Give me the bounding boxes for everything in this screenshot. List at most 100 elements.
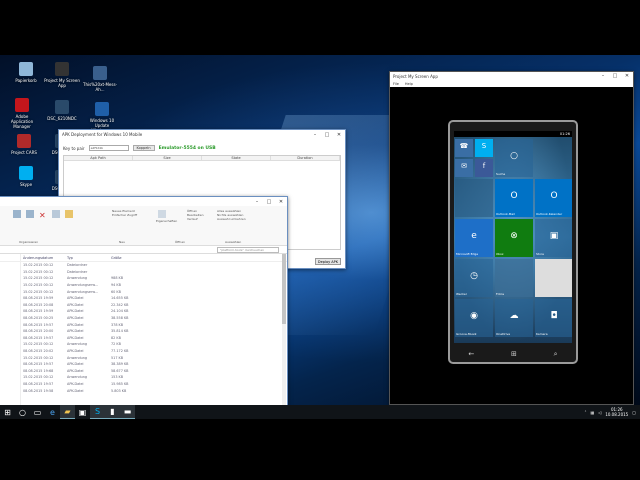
apk-deployment-taskbar-icon[interactable]: ▬ <box>120 405 135 419</box>
task-view-icon[interactable]: ▭ <box>30 405 45 419</box>
file-row[interactable]: 15.02.2015 00:12 Dateiordner <box>0 269 287 276</box>
file-row[interactable]: 15.02.2015 00:12 Anwendung 517 KB <box>0 354 287 361</box>
notifications-icon[interactable]: ▢ <box>632 410 636 415</box>
column-header[interactable]: Apk Path <box>64 156 133 160</box>
start-tile[interactable]: e Microsoft Edge <box>455 219 493 257</box>
start-tile[interactable]: ☁ OneDrive <box>495 299 533 337</box>
new-folder-icon[interactable] <box>64 210 73 218</box>
file-row[interactable]: 15.02.2015 00:12 Anwendungserw... 94 KB <box>0 282 287 289</box>
history-button[interactable]: Verlauf <box>187 217 203 221</box>
desktop-icon[interactable]: Skype <box>8 166 44 187</box>
file-row[interactable]: 08.08.2015 20:00 APK-Datei 35.814 KB <box>0 328 287 335</box>
properties-button[interactable]: Eigenschaften <box>156 210 177 223</box>
start-tile[interactable]: ☎ <box>455 139 473 157</box>
pair-button[interactable]: Koppeln <box>132 145 155 151</box>
file-row[interactable]: 15.02.2015 00:12 Dateiordner <box>0 262 287 269</box>
column-header[interactable]: Duration <box>271 156 340 160</box>
skype-taskbar-icon[interactable]: S <box>90 405 105 419</box>
minimize-icon[interactable]: – <box>309 132 321 138</box>
file-row[interactable]: 08.08.2015 00:25 APK-Datei 38.558 KB <box>0 315 287 322</box>
deploy-button[interactable]: Deploy APK <box>315 258 341 265</box>
project-my-screen-taskbar-icon[interactable]: ▮ <box>105 405 120 419</box>
column-header[interactable]: Typ <box>67 256 111 260</box>
copy-icon[interactable] <box>25 210 34 218</box>
search-icon[interactable]: ⌕ <box>554 350 558 359</box>
explorer-titlebar[interactable]: – □ ✕ <box>0 197 287 206</box>
start-tile[interactable]: ◉ Groove-Musik <box>455 299 493 337</box>
menu-file[interactable]: File <box>393 82 399 86</box>
column-header[interactable]: Size <box>133 156 202 160</box>
start-tile[interactable] <box>535 259 572 297</box>
rename-icon[interactable] <box>51 210 60 218</box>
desktop-icon[interactable]: DSC_6210NDC <box>44 100 80 121</box>
start-tile[interactable]: f <box>475 159 493 177</box>
file-row[interactable]: 08.08.2015 20:08 APK-Datei 22.342 KB <box>0 302 287 309</box>
desktop-icon[interactable]: This%20xt-Mess-Ah... <box>82 66 118 92</box>
file-row[interactable]: 15.02.2015 00:12 Anwendung 72 KB <box>0 341 287 348</box>
start-tile[interactable]: S <box>475 139 493 157</box>
file-row[interactable]: 08.08.2015 19:57 APK-Datei 378 KB <box>0 321 287 328</box>
delete-icon[interactable]: ✕ <box>39 212 47 220</box>
desktop-icon[interactable]: Papierkorb <box>8 62 44 83</box>
start-tile[interactable]: ◷ Wecker <box>455 259 493 297</box>
edge-icon[interactable]: e <box>45 405 60 419</box>
maximize-icon[interactable]: □ <box>609 73 621 79</box>
network-icon[interactable]: ▦ <box>590 410 594 415</box>
file-explorer-window[interactable]: – □ ✕ ✕ Neues Element Einfacher Zugriff … <box>0 196 288 418</box>
key-input[interactable]: a2f5d4b <box>88 145 129 151</box>
project-my-screen-window[interactable]: Project My Screen App – □ ✕ File Help 01… <box>389 71 634 405</box>
file-row[interactable]: 08.08.2015 19:58 APK-Datei 5.803 KB <box>0 387 287 394</box>
start-tile[interactable]: Fotos <box>495 259 533 297</box>
volume-icon[interactable]: ◁ <box>598 410 601 415</box>
clock[interactable]: 01:26 10.08.2015 <box>605 407 628 417</box>
easy-access-button[interactable]: Einfacher Zugriff <box>112 213 137 217</box>
move-icon[interactable] <box>13 210 21 218</box>
file-row[interactable]: 08.08.2015 19:57 APK-Datei 82 KB <box>0 335 287 342</box>
start-button[interactable]: ⊞ <box>0 405 15 419</box>
file-row[interactable]: 15.02.2015 00:12 Anwendung 988 KB <box>0 275 287 282</box>
maximize-icon[interactable]: □ <box>321 132 333 138</box>
start-tile[interactable]: ✉ <box>455 159 473 177</box>
windows-logo-icon[interactable]: ⊞ <box>511 350 517 358</box>
desktop-icon[interactable]: Adobe Application Manager <box>4 98 40 129</box>
start-tile[interactable]: ○ Suche <box>495 139 533 177</box>
desktop-icon[interactable]: Project CARS <box>6 134 42 155</box>
vertical-scrollbar[interactable] <box>282 254 286 414</box>
search-icon[interactable]: ○ <box>15 405 30 419</box>
maximize-icon[interactable]: □ <box>263 199 275 205</box>
navigation-pane[interactable] <box>0 254 21 417</box>
minimize-icon[interactable]: – <box>251 199 263 205</box>
close-icon[interactable]: ✕ <box>275 199 287 205</box>
file-row[interactable]: 15.02.2015 00:12 Anwendung 153 KB <box>0 374 287 381</box>
close-icon[interactable]: ✕ <box>333 132 345 138</box>
apk-window-titlebar[interactable]: APK Deployment for Windows 10 Mobile – □… <box>59 130 345 139</box>
desktop-icon[interactable]: Project My Screen App <box>44 62 80 88</box>
search-input[interactable]: "platform-tools" durchsuchen <box>217 246 279 253</box>
explorer-taskbar-icon[interactable]: ▰ <box>60 405 75 419</box>
file-row[interactable]: 08.08.2015 19:59 APK-Datei 14.655 KB <box>0 295 287 302</box>
minimize-icon[interactable]: – <box>597 73 609 79</box>
start-tile[interactable]: O Outlook-Kalender <box>535 179 572 217</box>
column-header[interactable]: State <box>202 156 271 160</box>
start-tile[interactable]: O Outlook-Mail <box>495 179 533 217</box>
file-row[interactable]: 08.08.2015 19:68 APK-Datei 58.677 KB <box>0 368 287 375</box>
store-icon[interactable]: ▣ <box>75 405 90 419</box>
file-row[interactable]: 08.08.2015 19:57 APK-Datei 15.985 KB <box>0 381 287 388</box>
close-icon[interactable]: ✕ <box>621 73 633 79</box>
start-tile[interactable] <box>455 179 493 217</box>
start-tile[interactable]: ▣ Store <box>535 219 572 257</box>
start-tile[interactable]: ◘ Kamera <box>535 299 572 337</box>
chevron-up-icon[interactable]: ˄ <box>584 410 586 415</box>
scrollbar-thumb[interactable] <box>282 254 286 324</box>
file-row[interactable]: 15.02.2015 00:12 Anwendungserw... 60 KB <box>0 288 287 295</box>
phone-screen[interactable]: 01:26 ☎ S ○ Suche ✉ f O Outlook-Mail O Outlook-Ka… <box>454 131 572 343</box>
emulator-titlebar[interactable]: Project My Screen App – □ ✕ <box>390 72 633 80</box>
back-icon[interactable]: ← <box>468 350 474 358</box>
file-row[interactable]: 08.08.2015 19:59 APK-Datei 24.104 KB <box>0 308 287 315</box>
menu-help[interactable]: Help <box>405 82 413 86</box>
column-header[interactable]: Änderungsdatum <box>23 256 67 260</box>
start-tile[interactable]: ⊗ Xbox <box>495 219 533 257</box>
file-row[interactable]: 08.08.2015 20:02 APK-Datei 77.172 KB <box>0 348 287 355</box>
column-header[interactable]: Größe <box>111 256 155 260</box>
invert-selection-button[interactable]: Auswahl umkehren <box>217 217 246 221</box>
